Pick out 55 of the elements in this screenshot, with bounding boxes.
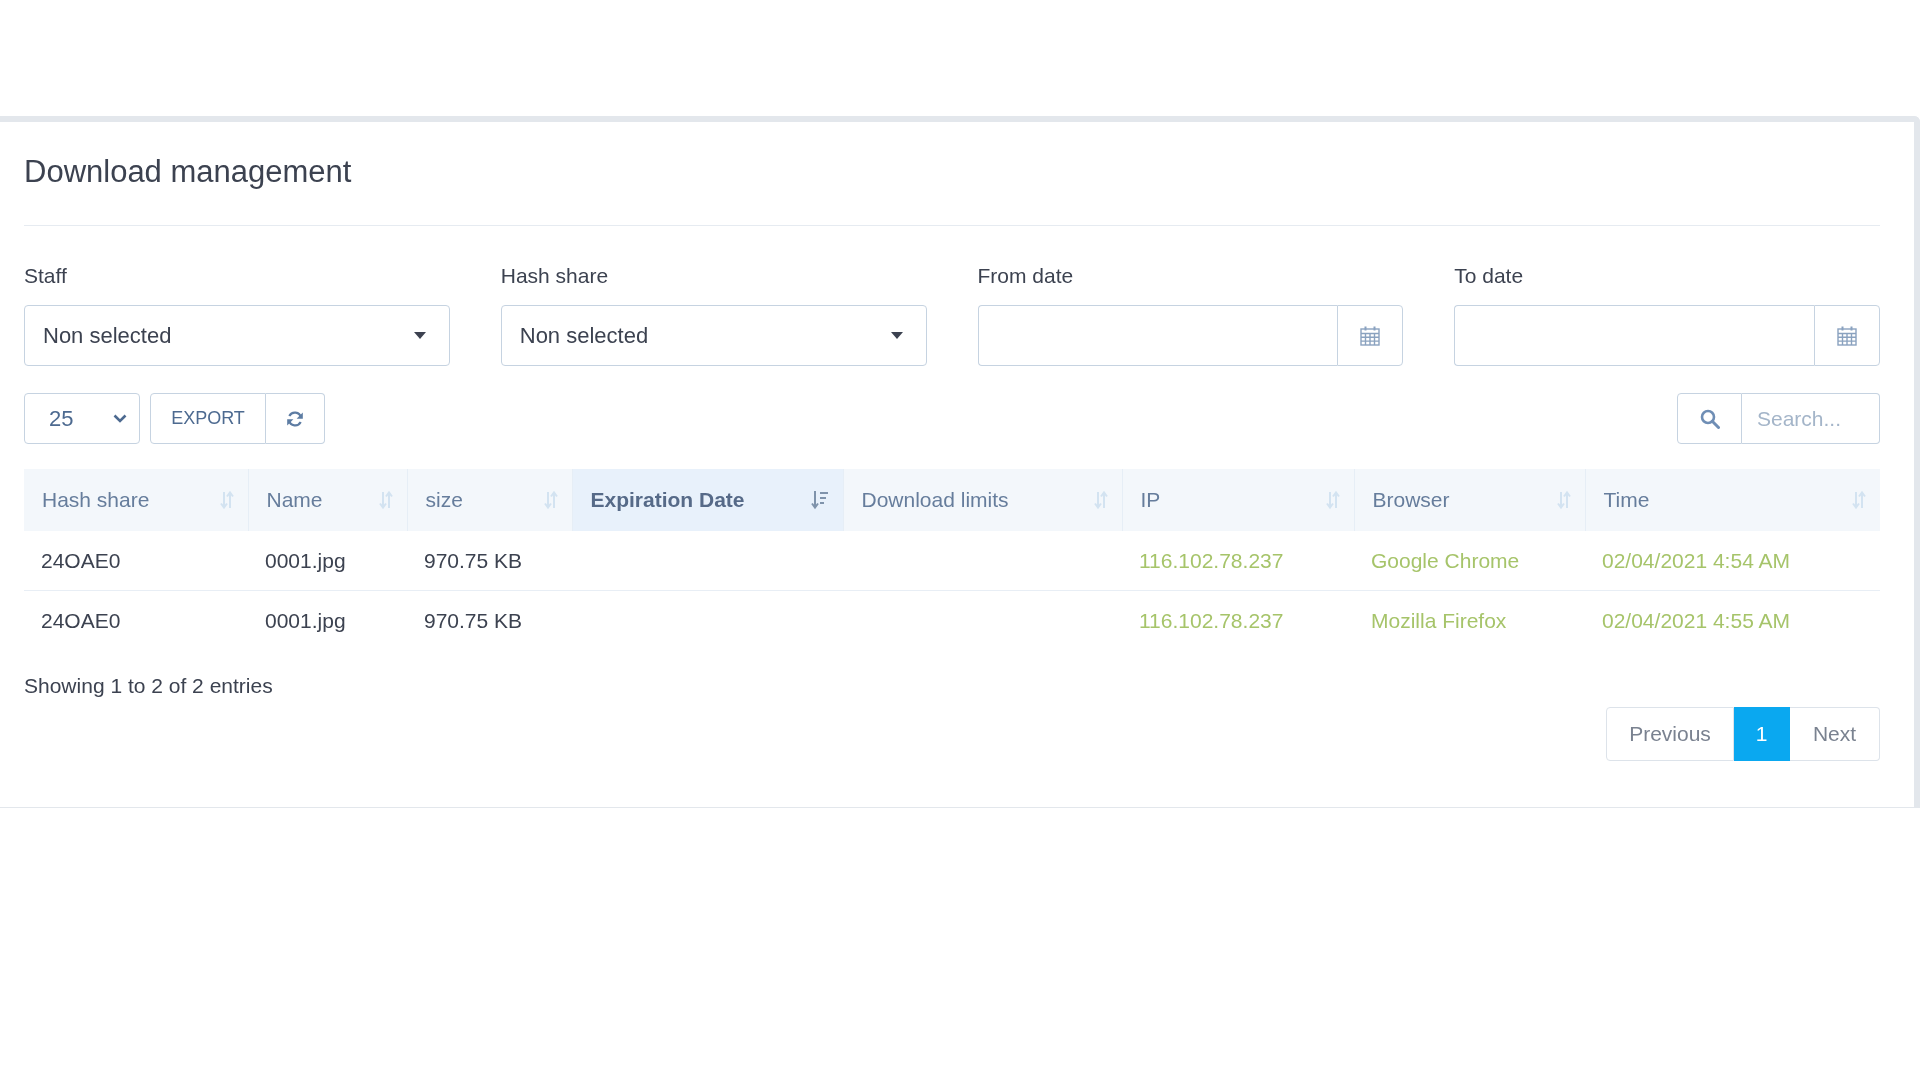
- search-button[interactable]: [1677, 393, 1742, 444]
- search-icon: [1699, 408, 1720, 429]
- sort-icon: [1556, 490, 1571, 510]
- export-button[interactable]: EXPORT: [150, 393, 266, 444]
- next-button[interactable]: Next: [1790, 707, 1880, 761]
- table-cell: 116.102.78.237: [1139, 608, 1284, 632]
- refresh-icon: [286, 409, 304, 428]
- table-cell: Google Chrome: [1371, 548, 1520, 572]
- table-cell: 02/04/2021 4:54 AM: [1602, 548, 1790, 572]
- date-input[interactable]: [977, 305, 1338, 366]
- column-header[interactable]: size: [407, 469, 572, 531]
- sort-icon: [378, 490, 393, 510]
- sort-icon: [1325, 490, 1340, 510]
- sort-icon: [219, 490, 234, 510]
- calendar-button[interactable]: [1814, 305, 1880, 366]
- table-cell: 116.102.78.237: [1139, 548, 1284, 572]
- sort-icon: [543, 490, 558, 510]
- field-label: To date: [1454, 264, 1525, 288]
- field-label: Hash share: [500, 264, 610, 288]
- table-cell: 970.75 KB: [424, 608, 523, 632]
- table-cell: Mozilla Firefox: [1371, 608, 1507, 632]
- page-title: Download management: [24, 154, 353, 190]
- sort-descending-icon: [810, 490, 829, 510]
- previous-button[interactable]: Previous: [1606, 707, 1734, 761]
- table-cell: 0001.jpg: [265, 548, 346, 572]
- page-button[interactable]: 1: [1734, 707, 1790, 761]
- calendar-button[interactable]: [1337, 305, 1404, 366]
- table-cell: 24OAE0: [41, 548, 121, 572]
- calendar-icon: [1837, 325, 1857, 346]
- column-header[interactable]: Browser: [1354, 469, 1585, 531]
- caret-icon: [413, 332, 426, 339]
- column-header[interactable]: Expiration Date: [572, 469, 843, 531]
- field-label: Staff: [24, 264, 68, 288]
- calendar-icon: [1360, 325, 1381, 346]
- search-field[interactable]: Search...: [1742, 393, 1880, 444]
- table-cell: 02/04/2021 4:55 AM: [1602, 608, 1790, 632]
- column-header[interactable]: IP: [1122, 469, 1354, 531]
- column-header[interactable]: Time: [1585, 469, 1880, 531]
- caret-icon: [890, 332, 903, 339]
- field-label: From date: [977, 264, 1075, 288]
- sort-icon: [1093, 490, 1108, 510]
- entries-info: Showing 1 to 2 of 2 entries: [24, 674, 274, 698]
- table-cell: 0001.jpg: [265, 608, 346, 632]
- refresh-button[interactable]: [266, 393, 325, 444]
- chevron-down-icon: [113, 414, 127, 423]
- column-header[interactable]: Download limits: [843, 469, 1122, 531]
- dropdown[interactable]: Non selected: [24, 305, 450, 366]
- table-cell: 970.75 KB: [424, 548, 523, 572]
- date-input[interactable]: [1454, 305, 1814, 366]
- column-header[interactable]: Name: [248, 469, 407, 531]
- column-header[interactable]: Hash share: [24, 469, 248, 531]
- sort-icon: [1852, 490, 1866, 510]
- table-cell: 24OAE0: [41, 608, 121, 632]
- dropdown[interactable]: Non selected: [500, 305, 927, 366]
- page-size-select[interactable]: 25: [24, 393, 140, 444]
